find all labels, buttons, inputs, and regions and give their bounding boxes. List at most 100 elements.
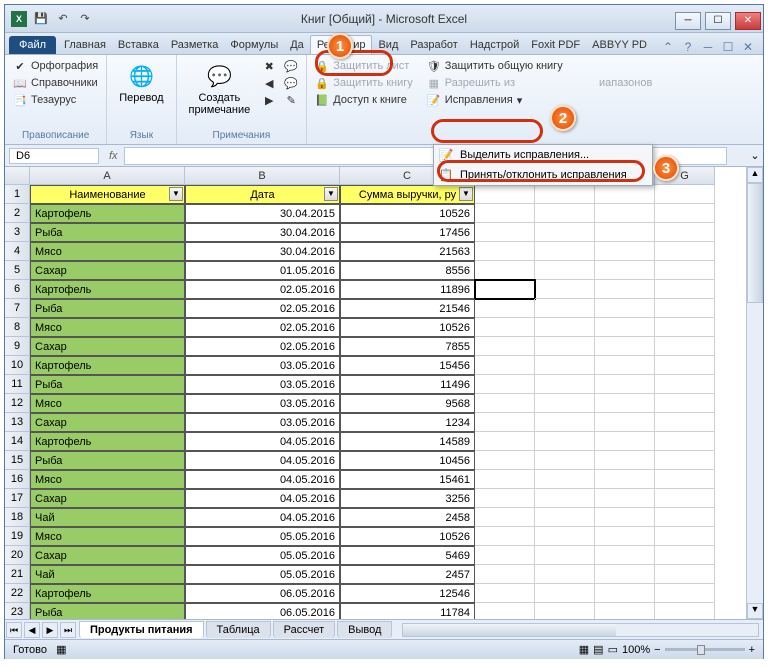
- cell[interactable]: [595, 508, 655, 527]
- cell[interactable]: [655, 356, 715, 375]
- sheet-tab[interactable]: Таблица: [206, 621, 271, 638]
- vertical-scrollbar[interactable]: ▲ ▼: [746, 167, 763, 619]
- row-header[interactable]: 20: [5, 546, 30, 565]
- formula-expand-icon[interactable]: ⌄: [747, 149, 763, 162]
- help-icon[interactable]: ?: [681, 40, 695, 54]
- cell[interactable]: [475, 508, 535, 527]
- cell[interactable]: [475, 527, 535, 546]
- cell[interactable]: [595, 527, 655, 546]
- cell[interactable]: 30.04.2016: [185, 223, 340, 242]
- cell[interactable]: [535, 413, 595, 432]
- cell[interactable]: Мясо: [30, 394, 185, 413]
- cell[interactable]: Сахар: [30, 413, 185, 432]
- cell[interactable]: 03.05.2016: [185, 394, 340, 413]
- row-header[interactable]: 8: [5, 318, 30, 337]
- select-all-corner[interactable]: [5, 167, 30, 185]
- cell[interactable]: [535, 318, 595, 337]
- cell[interactable]: 03.05.2016: [185, 375, 340, 394]
- cell[interactable]: 04.05.2016: [185, 432, 340, 451]
- row-header[interactable]: 22: [5, 584, 30, 603]
- cell[interactable]: [475, 584, 535, 603]
- cell[interactable]: 15456: [340, 356, 475, 375]
- cell[interactable]: 05.05.2016: [185, 527, 340, 546]
- cell[interactable]: [655, 451, 715, 470]
- table-header-sum[interactable]: Сумма выручки, ру▼: [340, 185, 475, 204]
- cell[interactable]: 30.04.2015: [185, 204, 340, 223]
- cell[interactable]: 05.05.2016: [185, 546, 340, 565]
- cell[interactable]: [535, 280, 595, 299]
- file-tab[interactable]: Файл: [9, 36, 56, 54]
- cell[interactable]: 10526: [340, 204, 475, 223]
- cell[interactable]: [475, 337, 535, 356]
- cell[interactable]: Рыба: [30, 299, 185, 318]
- cell[interactable]: [595, 413, 655, 432]
- cell[interactable]: 02.05.2016: [185, 299, 340, 318]
- cell[interactable]: [475, 565, 535, 584]
- cell[interactable]: [655, 280, 715, 299]
- cell[interactable]: 10526: [340, 318, 475, 337]
- row-header[interactable]: 18: [5, 508, 30, 527]
- share-workbook-button[interactable]: 📗Доступ к книге: [313, 92, 415, 108]
- cell[interactable]: 17456: [340, 223, 475, 242]
- prev-sheet-icon[interactable]: ◀: [24, 622, 40, 638]
- cell[interactable]: [655, 185, 715, 204]
- col-header-b[interactable]: B: [185, 167, 340, 185]
- cell[interactable]: 7855: [340, 337, 475, 356]
- cell[interactable]: [475, 375, 535, 394]
- cell[interactable]: Сахар: [30, 546, 185, 565]
- cell[interactable]: [595, 185, 655, 204]
- cell[interactable]: Картофель: [30, 204, 185, 223]
- cell[interactable]: [535, 337, 595, 356]
- cell[interactable]: Мясо: [30, 470, 185, 489]
- cell[interactable]: 3256: [340, 489, 475, 508]
- cell[interactable]: 03.05.2016: [185, 356, 340, 375]
- cell[interactable]: Чай: [30, 565, 185, 584]
- cell[interactable]: 9568: [340, 394, 475, 413]
- doc-restore-icon[interactable]: ☐: [721, 40, 735, 54]
- scroll-thumb[interactable]: [747, 183, 763, 303]
- cell[interactable]: [535, 223, 595, 242]
- fx-icon[interactable]: fx: [103, 150, 124, 162]
- close-button[interactable]: ✕: [735, 12, 761, 30]
- cell[interactable]: 15461: [340, 470, 475, 489]
- tab-home[interactable]: Главная: [58, 36, 112, 54]
- new-comment-button[interactable]: 💬 Создать примечание: [183, 58, 257, 118]
- cell[interactable]: 11496: [340, 375, 475, 394]
- cell[interactable]: [535, 394, 595, 413]
- qat-redo-icon[interactable]: ↷: [77, 11, 93, 27]
- cell[interactable]: [595, 375, 655, 394]
- cell[interactable]: [595, 565, 655, 584]
- cell[interactable]: [475, 432, 535, 451]
- doc-close-icon[interactable]: ✕: [741, 40, 755, 54]
- filter-button[interactable]: ▼: [169, 187, 183, 201]
- cell[interactable]: Мясо: [30, 242, 185, 261]
- row-header[interactable]: 9: [5, 337, 30, 356]
- macro-icon[interactable]: ▦: [56, 644, 66, 656]
- cell[interactable]: [595, 394, 655, 413]
- cell[interactable]: [655, 318, 715, 337]
- cell[interactable]: [595, 204, 655, 223]
- filter-button[interactable]: ▼: [324, 187, 338, 201]
- cell[interactable]: [655, 299, 715, 318]
- cell[interactable]: [595, 242, 655, 261]
- scroll-thumb[interactable]: [403, 624, 616, 636]
- row-header[interactable]: 11: [5, 375, 30, 394]
- view-normal-icon[interactable]: ▦: [579, 643, 589, 656]
- cell[interactable]: [655, 242, 715, 261]
- cell[interactable]: [655, 394, 715, 413]
- worksheet-grid[interactable]: A B C D E F G 1 Наименование▼ Дата▼ Сумм…: [5, 167, 763, 619]
- row-header[interactable]: 5: [5, 261, 30, 280]
- name-box[interactable]: D6: [9, 148, 99, 164]
- cell[interactable]: [475, 489, 535, 508]
- cell[interactable]: [535, 185, 595, 204]
- doc-minimize-icon[interactable]: ─: [701, 40, 715, 54]
- row-header[interactable]: 17: [5, 489, 30, 508]
- cell[interactable]: 12546: [340, 584, 475, 603]
- cell[interactable]: [475, 223, 535, 242]
- cell[interactable]: 04.05.2016: [185, 508, 340, 527]
- cell[interactable]: [475, 356, 535, 375]
- col-header-a[interactable]: A: [30, 167, 185, 185]
- cell[interactable]: [475, 394, 535, 413]
- cell[interactable]: [655, 375, 715, 394]
- cell[interactable]: [655, 204, 715, 223]
